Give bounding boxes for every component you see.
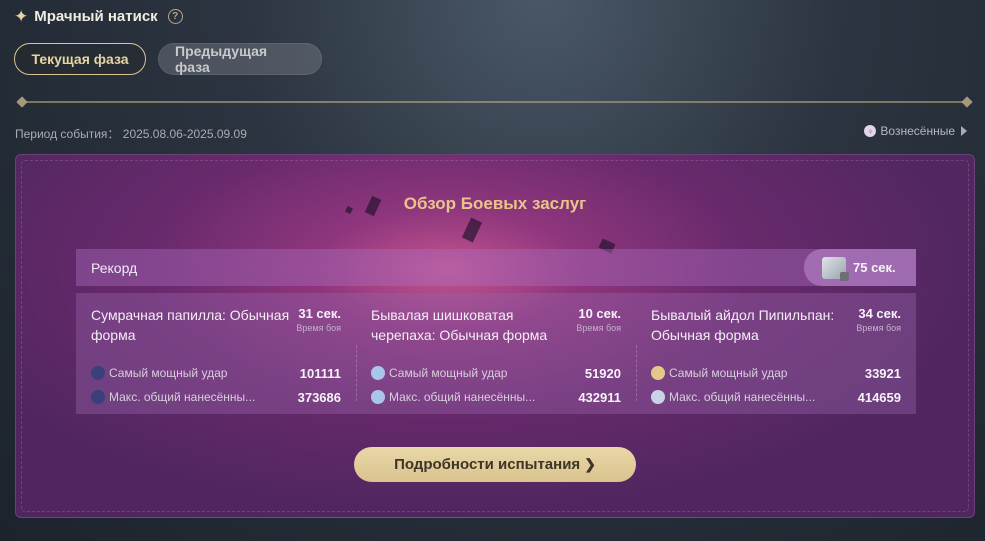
stat-label: Макс. общий нанесённы...: [389, 390, 536, 404]
boss-name: Сумрачная папилла: Обычная форма: [91, 307, 290, 343]
stat-row: Самый мощный удар 51920: [371, 361, 621, 385]
sparkle-icon: ✦: [14, 7, 29, 26]
record-value: 75 сек.: [853, 260, 896, 275]
challenge-details-label: Подробности испытания: [394, 456, 581, 473]
chevron-right-icon: ❯: [584, 456, 596, 472]
boss-time-label: Время боя: [856, 323, 901, 333]
chevron-right-icon: [961, 126, 967, 136]
help-icon[interactable]: ?: [167, 9, 183, 24]
boss-time: 31 сек.: [298, 306, 341, 321]
stat-row: Самый мощный удар 33921: [651, 361, 901, 385]
phase-tabs: Текущая фаза Предыдущая фаза: [14, 43, 322, 75]
challenge-details-button[interactable]: Подробности испытания ❯: [354, 447, 636, 482]
period-value: 2025.08.06-2025.09.09: [122, 127, 247, 141]
stat-row: Самый мощный удар 101111: [91, 361, 341, 385]
panel-title: Обзор Боевых заслуг: [403, 194, 587, 213]
stat-value: 414659: [857, 389, 901, 405]
character-avatar-icon: [91, 390, 105, 404]
character-avatar-icon: [651, 390, 665, 404]
stat-value: 432911: [578, 389, 621, 405]
battle-overview-panel: Обзор Боевых заслуг Рекорд 75 сек. Сумра…: [15, 154, 975, 518]
stat-value: 373686: [297, 389, 341, 405]
boss-time-label: Время боя: [296, 323, 341, 333]
boss-card: Бывалая шишковатая черепаха: Обычная фор…: [356, 293, 636, 414]
period-label: Период события：: [15, 127, 120, 141]
record-label: Рекорд: [91, 259, 138, 276]
boss-time: 10 сек.: [578, 306, 621, 321]
stat-label: Самый мощный удар: [389, 366, 508, 380]
header-divider: [16, 96, 973, 108]
stat-value: 101111: [299, 365, 341, 381]
character-avatar-icon: [371, 390, 385, 404]
stat-row: Макс. общий нанесённы... 414659: [651, 385, 901, 409]
divider-end-icon: [16, 96, 28, 108]
character-avatar-icon: [651, 366, 665, 380]
tab-current-phase[interactable]: Текущая фаза: [14, 43, 146, 75]
background-shard: [461, 217, 483, 243]
ascended-link[interactable]: ♀ Вознесённые: [864, 124, 967, 138]
stat-row: Макс. общий нанесённы... 373686: [91, 385, 341, 409]
stat-label: Макс. общий нанесённы...: [669, 390, 816, 404]
stat-label: Самый мощный удар: [109, 366, 228, 380]
stat-value: 33921: [864, 365, 901, 381]
record-time-badge: 75 сек.: [804, 249, 916, 286]
boss-time: 34 сек.: [858, 306, 901, 321]
timer-icon: [822, 256, 849, 281]
divider-end-icon: [961, 96, 973, 108]
boss-name: Бывалый айдол Пипильпан: Обычная форма: [651, 307, 835, 343]
event-period: Период события： 2025.08.06-2025.09.09: [15, 125, 247, 142]
character-avatar-icon: [91, 366, 105, 380]
stat-label: Макс. общий нанесённы...: [109, 390, 256, 404]
page-header: ✦ Мрачный натиск ?: [14, 8, 183, 25]
ascended-label: Вознесённые: [880, 124, 955, 138]
stat-label: Самый мощный удар: [669, 366, 788, 380]
tab-previous-phase[interactable]: Предыдущая фаза: [158, 43, 322, 75]
boss-card: Бывалый айдол Пипильпан: Обычная форма 3…: [636, 293, 916, 414]
boss-time-label: Время боя: [576, 323, 621, 333]
page-title: Мрачный натиск: [34, 8, 158, 25]
boss-results: Сумрачная папилла: Обычная форма 31 сек.…: [76, 293, 916, 414]
character-avatar-icon: [371, 366, 385, 380]
boss-name: Бывалая шишковатая черепаха: Обычная фор…: [371, 307, 548, 343]
boss-card: Сумрачная папилла: Обычная форма 31 сек.…: [76, 293, 356, 414]
stat-row: Макс. общий нанесённы... 432911: [371, 385, 621, 409]
ascended-icon: ♀: [864, 125, 877, 137]
record-bar: Рекорд 75 сек.: [76, 249, 916, 286]
stat-value: 51920: [584, 365, 621, 381]
